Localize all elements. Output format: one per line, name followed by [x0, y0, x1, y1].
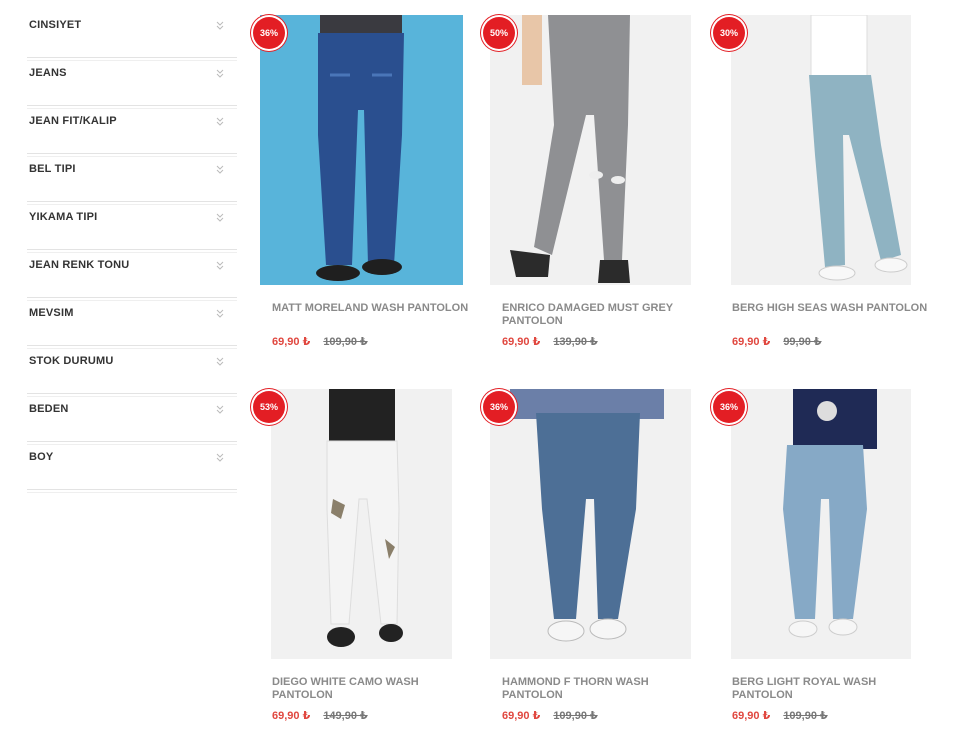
price-row: 69,90 ₺ 109,90 ₺ [732, 709, 828, 722]
filter-label: BEL TIPI [29, 163, 76, 175]
product-card[interactable]: 36% MATT MORELAND WASH PANTOLON 69,90 ₺ … [253, 15, 490, 375]
double-chevron-down-icon [216, 261, 224, 270]
original-price: 109,90 ₺ [553, 710, 598, 722]
filter-label: JEAN RENK TONU [29, 259, 130, 271]
filter-label: MEVSIM [29, 307, 74, 319]
product-image[interactable] [260, 15, 463, 285]
discount-badge: 50% [483, 17, 515, 49]
double-chevron-down-icon [216, 405, 224, 414]
filter-bel-tipi[interactable]: BEL TIPI [27, 154, 237, 205]
double-chevron-down-icon [216, 453, 224, 462]
price-row: 69,90 ₺ 149,90 ₺ [272, 709, 368, 722]
discount-badge: 36% [713, 391, 745, 423]
price-row: 69,90 ₺ 99,90 ₺ [732, 335, 822, 348]
filter-boy[interactable]: BOY [27, 442, 237, 493]
original-price: 139,90 ₺ [553, 336, 598, 348]
filter-label: STOK DURUMU [29, 355, 114, 367]
sale-price: 69,90 ₺ [272, 336, 311, 348]
product-card[interactable]: 36% HAMMOND F THORN WASH PANTOLON 69,90 … [483, 389, 720, 749]
product-title[interactable]: HAMMOND F THORN WASH PANTOLON [502, 676, 702, 702]
filter-jean-renk-tonu[interactable]: JEAN RENK TONU [27, 250, 237, 301]
original-price: 109,90 ₺ [783, 710, 828, 722]
product-card[interactable]: 50% ENRICO DAMAGED MUST GREY PANTOLON 69… [483, 15, 720, 375]
filter-label: JEANS [29, 67, 67, 79]
filter-jeans[interactable]: JEANS [27, 58, 237, 109]
double-chevron-down-icon [216, 165, 224, 174]
product-card[interactable]: 53% DIEGO WHITE CAMO WASH PANTOLON 69,90… [253, 389, 490, 749]
product-title[interactable]: BERG LIGHT ROYAL WASH PANTOLON [732, 676, 932, 702]
double-chevron-down-icon [216, 309, 224, 318]
filter-mevsim[interactable]: MEVSIM [27, 298, 237, 349]
product-title[interactable]: DIEGO WHITE CAMO WASH PANTOLON [272, 676, 472, 702]
sale-price: 69,90 ₺ [732, 710, 771, 722]
original-price: 149,90 ₺ [323, 710, 368, 722]
filter-cinsiyet[interactable]: CINSIYET [27, 10, 237, 61]
filter-beden[interactable]: BEDEN [27, 394, 237, 445]
product-image[interactable] [731, 15, 911, 285]
filter-label: CINSIYET [29, 19, 82, 31]
price-row: 69,90 ₺ 109,90 ₺ [272, 335, 368, 348]
double-chevron-down-icon [216, 69, 224, 78]
filter-jean-fit[interactable]: JEAN FIT/KALIP [27, 106, 237, 157]
discount-badge: 53% [253, 391, 285, 423]
filter-label: YIKAMA TIPI [29, 211, 98, 223]
product-image[interactable] [271, 389, 452, 659]
product-card[interactable]: 30% BERG HIGH SEAS WASH PANTOLON 69,90 ₺… [713, 15, 950, 375]
price-row: 69,90 ₺ 139,90 ₺ [502, 335, 598, 348]
filter-label: BEDEN [29, 403, 69, 415]
product-image[interactable] [731, 389, 911, 659]
sale-price: 69,90 ₺ [732, 336, 771, 348]
discount-badge: 30% [713, 17, 745, 49]
product-image[interactable] [490, 15, 691, 285]
filter-label: BOY [29, 451, 54, 463]
sale-price: 69,90 ₺ [272, 710, 311, 722]
double-chevron-down-icon [216, 117, 224, 126]
product-image[interactable] [490, 389, 691, 659]
discount-badge: 36% [483, 391, 515, 423]
filter-yikama-tipi[interactable]: YIKAMA TIPI [27, 202, 237, 253]
product-card[interactable]: 36% BERG LIGHT ROYAL WASH PANTOLON 69,90… [713, 389, 950, 749]
discount-badge: 36% [253, 17, 285, 49]
price-row: 69,90 ₺ 109,90 ₺ [502, 709, 598, 722]
product-title[interactable]: MATT MORELAND WASH PANTOLON [272, 302, 472, 315]
product-title[interactable]: ENRICO DAMAGED MUST GREY PANTOLON [502, 302, 702, 328]
sale-price: 69,90 ₺ [502, 710, 541, 722]
double-chevron-down-icon [216, 21, 224, 30]
double-chevron-down-icon [216, 357, 224, 366]
original-price: 109,90 ₺ [323, 336, 368, 348]
original-price: 99,90 ₺ [783, 336, 822, 348]
filter-sidebar: CINSIYET JEANS JEAN FIT/KALIP BEL TIPI Y… [27, 10, 237, 493]
sale-price: 69,90 ₺ [502, 336, 541, 348]
double-chevron-down-icon [216, 213, 224, 222]
filter-stok-durumu[interactable]: STOK DURUMU [27, 346, 237, 397]
filter-label: JEAN FIT/KALIP [29, 115, 117, 127]
product-title[interactable]: BERG HIGH SEAS WASH PANTOLON [732, 302, 932, 315]
